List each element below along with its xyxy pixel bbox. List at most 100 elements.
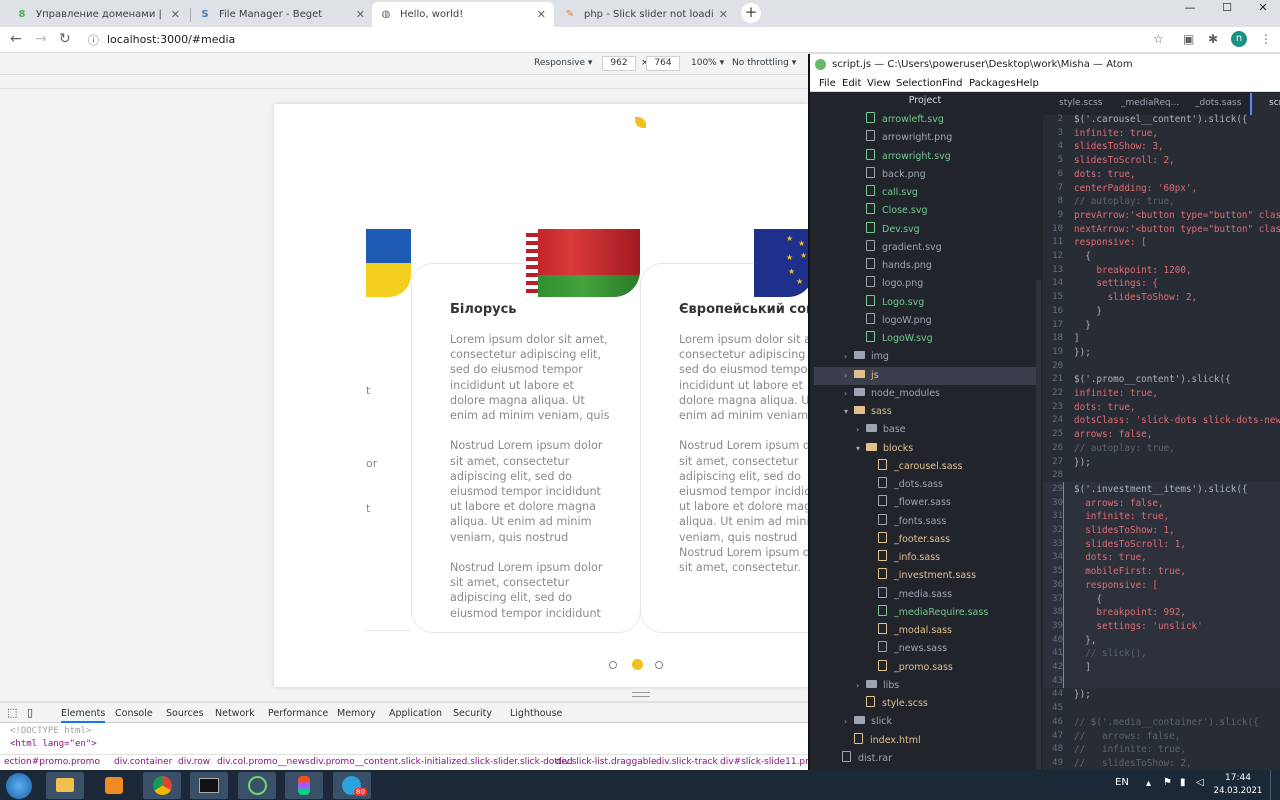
tab-lighthouse[interactable]: Lighthouse <box>510 708 562 719</box>
breadcrumb-item[interactable]: div#slick-slide11.prom <box>720 757 808 767</box>
tree-folder[interactable]: › js <box>814 366 1036 385</box>
code-line[interactable]: $('.promo__content').slick({ <box>1074 374 1231 385</box>
extension-icon[interactable]: ▣ <box>1183 32 1194 46</box>
tab-file-manager[interactable]: S File Manager - Beget ✕ <box>191 2 373 27</box>
tab-hello-world[interactable]: ◍ Hello, world! ✕ <box>372 2 554 27</box>
puzzle-icon[interactable]: ✱ <box>1208 32 1218 46</box>
code-line[interactable]: }); <box>1074 457 1091 468</box>
tree-folder[interactable]: › base <box>814 421 1036 439</box>
chevron-right-icon[interactable]: › <box>844 367 854 385</box>
tree-file[interactable]: _carousel.sass <box>814 458 1036 476</box>
taskbar-figma[interactable] <box>285 772 323 799</box>
editor-tab[interactable]: _dots.sass <box>1195 98 1241 108</box>
code-line[interactable]: infinite: true, <box>1074 388 1158 399</box>
code-line[interactable]: // $('.media__container').slick({ <box>1074 717 1259 728</box>
code-line[interactable]: { <box>1074 594 1102 605</box>
taskbar-telegram[interactable]: 80 <box>333 772 371 799</box>
code-line[interactable]: dots: true, <box>1074 169 1136 180</box>
zoom-select[interactable]: 100% ▾ <box>691 58 724 68</box>
start-button[interactable] <box>6 773 32 799</box>
tree-file[interactable]: Close.svg <box>814 202 1036 220</box>
breadcrumb-item[interactable]: ection#promo.promo <box>4 757 100 767</box>
chevron-right-icon[interactable]: › <box>844 713 854 731</box>
code-line[interactable]: breakpoint: 992, <box>1074 607 1186 618</box>
reload-icon[interactable]: ↻ <box>59 31 71 47</box>
tree-file[interactable]: _promo.sass <box>814 659 1036 677</box>
code-line[interactable]: slidesToShow: 2, <box>1074 292 1198 303</box>
tree-file[interactable]: _info.sass <box>814 549 1036 567</box>
tree-file[interactable]: _modal.sass <box>814 622 1036 640</box>
inspect-icon[interactable]: ⬚ <box>7 706 17 719</box>
tab-console[interactable]: Console <box>115 708 153 719</box>
code-line[interactable]: mobileFirst: true, <box>1074 566 1186 577</box>
code-line[interactable]: dots: true, <box>1074 402 1136 413</box>
tree-folder[interactable]: ▾ blocks <box>814 440 1036 458</box>
code-line[interactable]: }, <box>1074 635 1096 646</box>
tree-file[interactable]: arrowright.png <box>814 129 1036 147</box>
forward-icon[interactable]: → <box>35 31 47 47</box>
tree-file[interactable]: arrowright.svg <box>814 148 1036 166</box>
close-icon[interactable]: ✕ <box>356 8 365 21</box>
throttle-select[interactable]: No throttling ▾ <box>732 58 796 68</box>
tree-file[interactable]: _fonts.sass <box>814 513 1036 531</box>
resize-handle[interactable] <box>632 692 650 697</box>
html-tag-line[interactable]: <html lang="en"> <box>10 739 97 749</box>
new-tab-button[interactable]: + <box>741 3 761 23</box>
code-line[interactable]: }); <box>1074 347 1091 358</box>
code-line[interactable]: infinite: true, <box>1074 511 1169 522</box>
tab-performance[interactable]: Performance <box>268 708 328 719</box>
breadcrumb-item[interactable]: div.slick-list.draggable <box>556 757 657 767</box>
editor-tab-active[interactable]: scr <box>1250 93 1280 115</box>
code-line[interactable]: prevArrow:'<button type="button" class= <box>1074 210 1280 221</box>
chevron-down-icon[interactable]: ▾ <box>856 440 866 458</box>
tray-flag-icon[interactable]: ⚑ <box>1163 777 1172 788</box>
tree-folder[interactable]: › node_modules <box>814 385 1036 403</box>
height-input[interactable]: 764 <box>646 56 680 71</box>
code-line[interactable]: nextArrow:'<button type="button" class= <box>1074 224 1280 235</box>
code-line[interactable]: responsive: [ <box>1074 580 1158 591</box>
chevron-right-icon[interactable]: › <box>844 348 854 366</box>
tab-memory[interactable]: Memory <box>337 708 376 719</box>
back-icon[interactable]: ← <box>10 31 22 47</box>
close-window-button[interactable]: ✕ <box>1250 0 1276 16</box>
show-desktop-button[interactable] <box>1270 770 1280 800</box>
code-line[interactable]: ] <box>1074 662 1091 673</box>
taskbar-chrome[interactable] <box>143 772 181 799</box>
code-line[interactable]: arrows: false, <box>1074 498 1163 509</box>
menu-find[interactable]: Find <box>942 78 963 89</box>
code-line[interactable]: }); <box>1074 689 1091 700</box>
tree-file[interactable]: logo.png <box>814 275 1036 293</box>
tree-file[interactable]: _news.sass <box>814 640 1036 658</box>
code-line[interactable]: slidesToScroll: 1, <box>1074 539 1186 550</box>
code-line[interactable]: // autoplay: true, <box>1074 196 1175 207</box>
tree-file[interactable]: _mediaRequire.sass <box>814 604 1036 622</box>
chevron-right-icon[interactable]: › <box>844 385 854 403</box>
tree-folder[interactable]: › libs <box>814 677 1036 695</box>
close-icon[interactable]: ✕ <box>171 8 180 21</box>
tree-file[interactable]: dist.rar <box>814 750 1036 768</box>
tray-arrow-icon[interactable]: ▴ <box>1146 778 1151 789</box>
network-icon[interactable]: ▮ <box>1180 777 1186 788</box>
tab-security[interactable]: Security <box>453 708 492 719</box>
taskbar-media[interactable] <box>95 772 133 799</box>
code-line[interactable]: } <box>1074 320 1091 331</box>
tree-file[interactable]: arrowleft.svg <box>814 111 1036 129</box>
code-line[interactable]: breakpoint: 1200, <box>1074 265 1191 276</box>
chevron-down-icon[interactable]: ▾ <box>844 403 854 421</box>
chevron-right-icon[interactable]: › <box>856 421 866 439</box>
code-line[interactable]: // slidesToShow: 2, <box>1074 758 1192 769</box>
code-line[interactable]: $('.carousel__content').slick({ <box>1074 114 1248 125</box>
breadcrumb-item[interactable]: div.row <box>178 757 210 767</box>
tree-file[interactable]: _dots.sass <box>814 476 1036 494</box>
device-mode-select[interactable]: Responsive ▾ <box>534 58 592 68</box>
close-icon[interactable]: ✕ <box>719 8 728 21</box>
tab-elements[interactable]: Elements <box>61 708 106 723</box>
tree-file[interactable]: back.png <box>814 166 1036 184</box>
code-line[interactable]: slidesToScroll: 2, <box>1074 155 1175 166</box>
menu-icon[interactable]: ⋮ <box>1260 32 1272 46</box>
code-line[interactable]: ] <box>1074 333 1080 344</box>
menu-file[interactable]: File <box>819 78 836 89</box>
taskbar-atom[interactable] <box>238 772 276 799</box>
breadcrumb-item[interactable]: div.col.promo__news <box>217 757 310 767</box>
tab-network[interactable]: Network <box>215 708 255 719</box>
